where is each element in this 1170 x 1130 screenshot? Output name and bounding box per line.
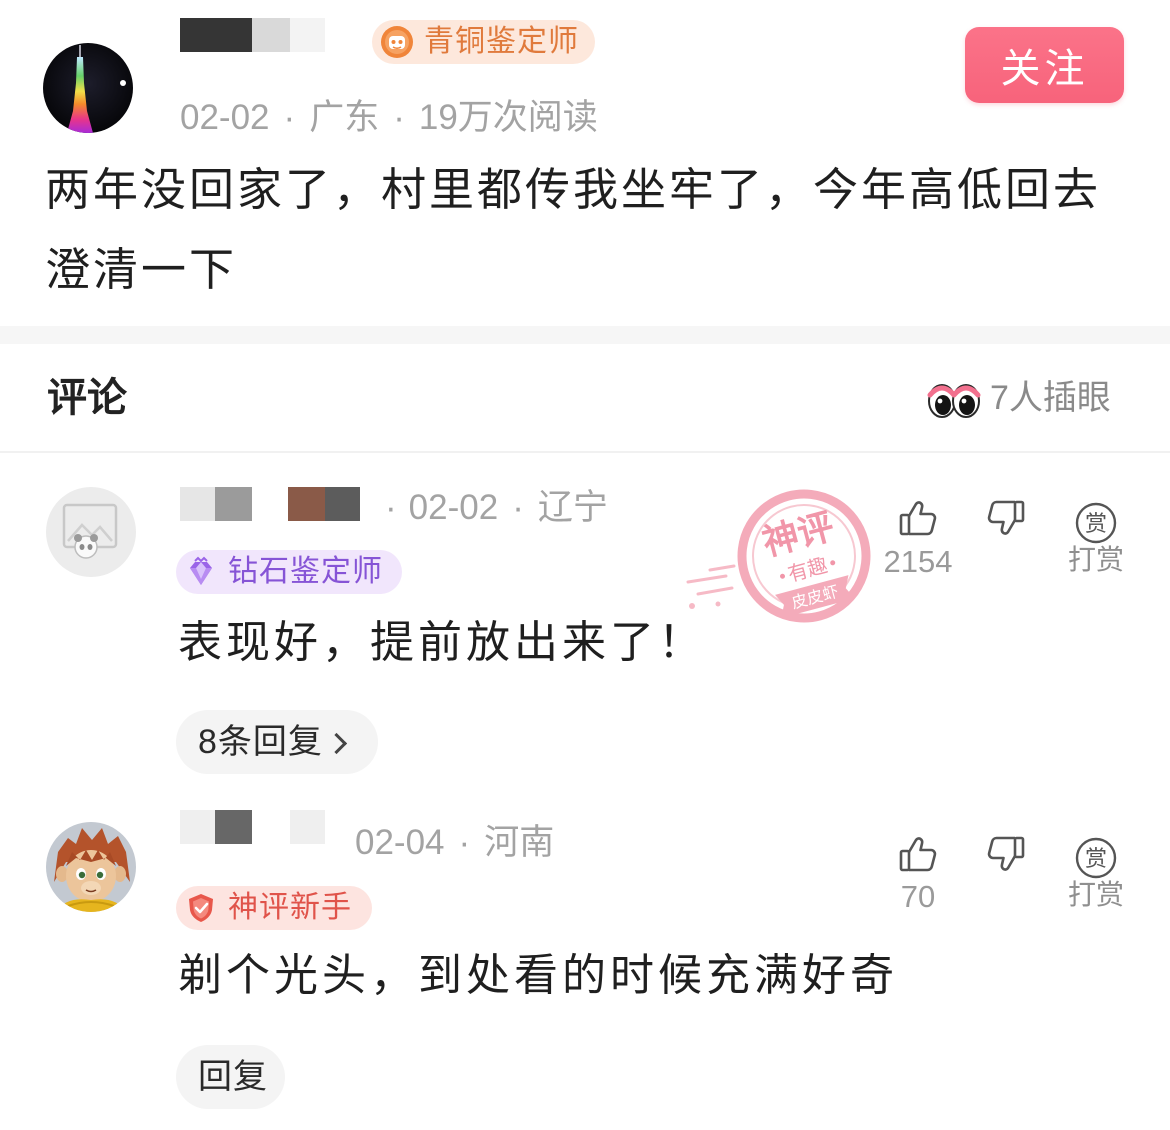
eyes-icon xyxy=(927,384,981,418)
post-text-line: 澄清一下 xyxy=(45,244,238,295)
meta-separator: · xyxy=(458,823,471,862)
commenter-badge[interactable]: 神评新手 xyxy=(176,886,372,930)
dislike-button[interactable] xyxy=(984,832,1028,876)
commenter-badge-label: 钻石鉴定师 xyxy=(228,555,383,588)
author-badge[interactable]: 青铜鉴定师 xyxy=(372,20,595,64)
comments-title: 评论 xyxy=(47,376,127,420)
diamond-appraiser-icon xyxy=(190,556,212,585)
commenter-badge-label: 神评新手 xyxy=(228,891,352,924)
reply-button[interactable]: 回复 xyxy=(176,1045,285,1109)
comment-date: 02-02 xyxy=(408,488,499,527)
god-comment-stamp: 神评 有趣 皮皮虾 xyxy=(682,474,882,646)
reward-icon-glyph: 赏 xyxy=(1085,847,1107,872)
post-meta: 02-02 · 广东 · 19万次阅读 xyxy=(180,98,598,138)
stamp-bottom-text: 皮皮虾 xyxy=(789,582,840,613)
meta-separator: · xyxy=(283,98,296,137)
post-read-count: 19万次阅读 xyxy=(418,98,598,137)
post-body[interactable]: 两年没回家了，村里都传我坐牢了，今年高低回去 澄清一下 xyxy=(45,150,1101,310)
stamp-middle-text: 有趣 xyxy=(785,553,830,587)
commenter-name-redacted[interactable] xyxy=(180,810,325,844)
post-location: 广东 xyxy=(309,98,380,137)
comment-date: 02-04 xyxy=(355,823,445,862)
thumbs-down-icon xyxy=(987,500,1025,535)
like-count: 70 xyxy=(900,879,936,914)
post-date: 02-02 xyxy=(180,98,270,137)
dislike-button[interactable] xyxy=(984,496,1028,540)
tower-night-avatar-icon xyxy=(43,43,133,133)
like-count: 2154 xyxy=(883,544,953,579)
comment-text[interactable]: 剃个光头，到处看的时候充满好奇 xyxy=(178,948,898,1004)
watchers-label: 7人插眼 xyxy=(990,379,1111,417)
reward-button[interactable]: 赏 xyxy=(1074,501,1118,545)
commenter-name-redacted[interactable] xyxy=(180,487,360,521)
stamp-top-text: 神评 xyxy=(758,506,838,564)
view-replies-button[interactable]: 8条回复 xyxy=(176,710,378,774)
reward-button[interactable]: 赏 xyxy=(1074,836,1118,880)
post-detail-page: 青铜鉴定师 关注 02-02 · 广东 · 19万次阅读 两年没回家了，村里都传… xyxy=(0,0,1170,1130)
reward-label[interactable]: 打赏 xyxy=(1051,877,1141,913)
god-comment-novice-icon xyxy=(189,894,213,922)
like-button[interactable] xyxy=(896,496,940,540)
reward-coin-icon: 赏 xyxy=(1075,502,1117,544)
reward-label[interactable]: 打赏 xyxy=(1051,542,1141,578)
reply-label: 回复 xyxy=(198,1058,268,1096)
chevron-right-icon xyxy=(325,732,348,754)
meta-separator: · xyxy=(385,488,397,527)
header-divider xyxy=(0,451,1170,453)
comment-avatar[interactable] xyxy=(46,487,136,577)
thumbs-down-icon xyxy=(987,836,1025,871)
comment-meta: 02-04 · 河南 xyxy=(355,823,554,863)
like-button[interactable] xyxy=(896,832,940,876)
thumbs-up-icon xyxy=(899,837,937,872)
author-name-redacted[interactable] xyxy=(180,18,325,52)
view-replies-label: 8条回复 xyxy=(198,723,323,761)
meta-separator: · xyxy=(512,488,524,527)
monkey-cartoon-avatar-icon xyxy=(46,822,136,912)
follow-button[interactable]: 关注 xyxy=(965,27,1124,103)
default-avatar-icon xyxy=(46,487,136,577)
post-text-line: 两年没回家了，村里都传我坐牢了，今年高低回去 xyxy=(45,164,1102,215)
comment-location: 河南 xyxy=(484,823,555,862)
commenter-badge[interactable]: 钻石鉴定师 xyxy=(176,550,402,594)
author-avatar[interactable] xyxy=(43,43,133,133)
comment-meta: · 02-02 · 辽宁 xyxy=(385,488,608,528)
comment-text[interactable]: 表现好，提前放出来了！ xyxy=(178,615,706,671)
comment-location: 辽宁 xyxy=(537,488,608,527)
bronze-appraiser-icon xyxy=(381,26,413,58)
thumbs-up-icon xyxy=(899,501,937,536)
comment-avatar[interactable] xyxy=(46,822,136,912)
watchers-indicator[interactable]: 7人插眼 xyxy=(926,376,1111,420)
reward-coin-icon: 赏 xyxy=(1075,837,1117,879)
reward-icon-glyph: 赏 xyxy=(1085,512,1107,537)
meta-separator: · xyxy=(393,98,405,137)
author-badge-label: 青铜鉴定师 xyxy=(424,25,579,58)
section-separator xyxy=(0,326,1170,344)
